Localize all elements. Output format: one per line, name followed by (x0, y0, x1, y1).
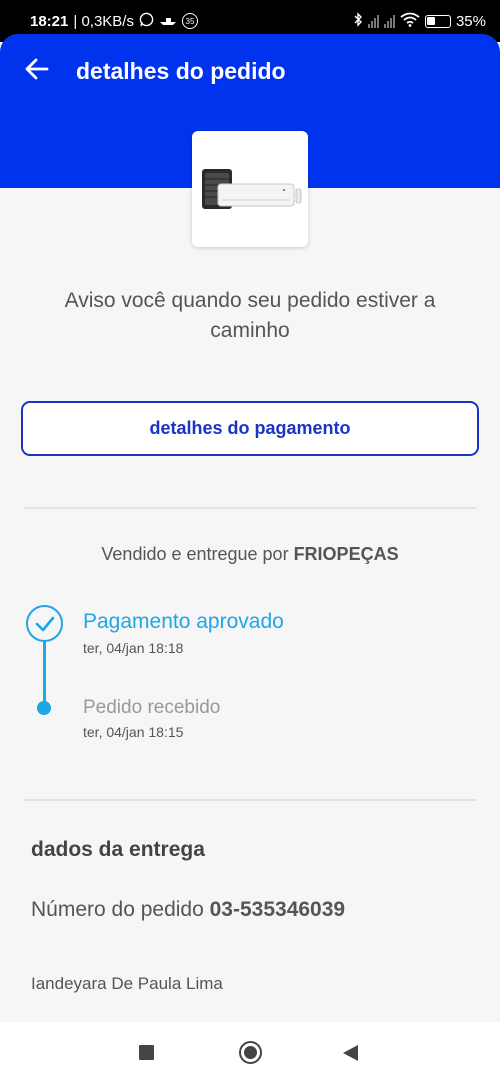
status-right: 35% (353, 11, 486, 31)
order-number-value: 03-535346039 (209, 898, 346, 921)
dot-icon (37, 701, 51, 715)
recipient-name: Iandeyara De Paula Lima (31, 974, 223, 993)
divider (24, 799, 476, 801)
seller-prefix: Vendido e entregue por (101, 544, 294, 564)
timeline-step-title: Pagamento aprovado (83, 610, 284, 633)
status-left: 18:21 | 0,3KB/s 35 (30, 12, 198, 31)
delivery-notice: Aviso você quando seu pedido estiver a c… (64, 289, 436, 342)
back-icon[interactable] (343, 1045, 358, 1061)
battery-percent: 35% (455, 12, 486, 30)
timeline-step-title: Pedido recebido (83, 697, 221, 718)
divider (24, 507, 476, 509)
air-conditioner-image (202, 169, 302, 209)
seller-info: Vendido e entregue por FRIOPEÇAS (0, 544, 500, 565)
timeline-line (43, 640, 46, 708)
delivery-heading: dados da entrega (31, 838, 205, 861)
network-speed: | 0,3KB/s (73, 12, 134, 30)
order-number-row: Número do pedido 03-535346039 (31, 898, 345, 922)
check-circle-icon (26, 605, 63, 642)
bluetooth-icon (353, 11, 363, 31)
boat-icon (159, 13, 177, 30)
signal-icon (367, 14, 379, 28)
seller-name: FRIOPEÇAS (293, 544, 399, 564)
signal-icon (383, 14, 395, 28)
status-time: 18:21 (30, 12, 69, 30)
timeline-step-date: ter, 04/jan 18:18 (83, 640, 184, 656)
payment-details-button[interactable]: detalhes do pagamento (21, 401, 479, 456)
back-button[interactable] (20, 54, 54, 88)
product-image-card[interactable] (192, 131, 308, 247)
recent-apps-icon[interactable] (139, 1045, 154, 1060)
wifi-icon (400, 12, 420, 31)
order-number-label: Número do pedido (31, 898, 210, 921)
whatsapp-icon (139, 12, 154, 31)
notification-badge-icon: 35 (181, 13, 198, 29)
arrow-left-icon (24, 56, 50, 87)
page-title: detalhes do pedido (76, 58, 286, 84)
home-icon[interactable] (239, 1041, 262, 1064)
timeline-step-date: ter, 04/jan 18:15 (83, 724, 184, 740)
battery-icon (424, 14, 451, 28)
